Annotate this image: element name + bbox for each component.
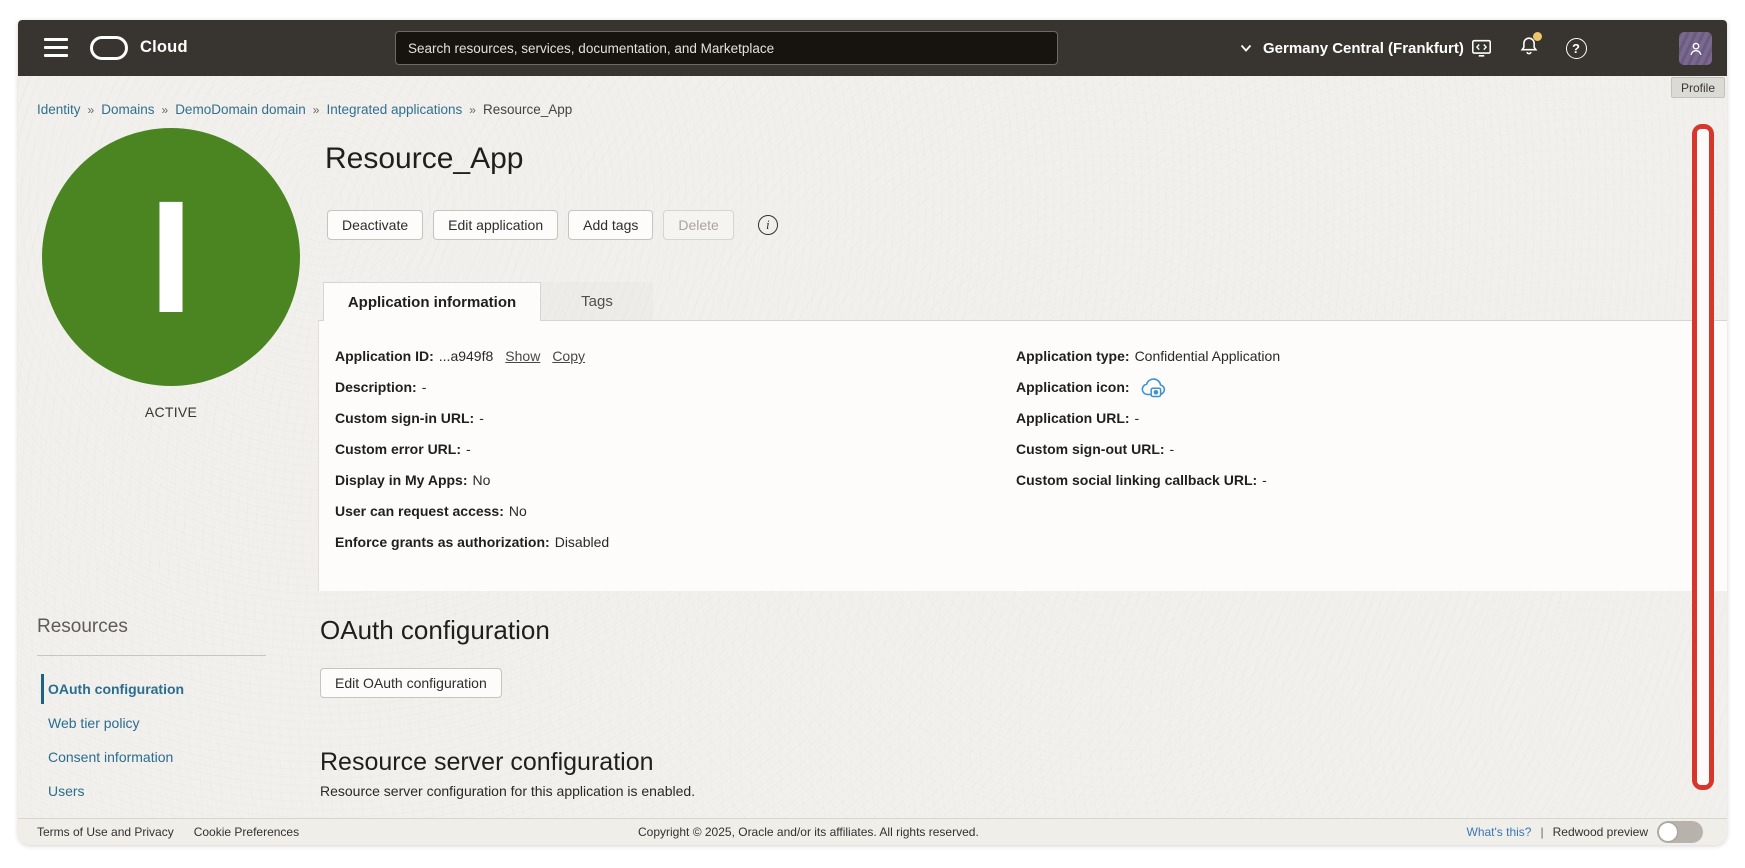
oracle-logo-icon[interactable] <box>90 36 128 60</box>
copy-link[interactable]: Copy <box>552 348 585 364</box>
resources-heading: Resources <box>37 616 128 637</box>
breadcrumb-link-integrated-applications[interactable]: Integrated applications <box>326 102 462 117</box>
sidebar-item-users[interactable]: Users <box>48 780 85 802</box>
top-navigation-bar: Cloud Germany Central (Frankfurt) ? <box>18 20 1727 76</box>
profile-avatar[interactable] <box>1679 32 1712 65</box>
breadcrumb: Identity » Domains » DemoDomain domain »… <box>37 102 572 117</box>
breadcrumb-separator: » <box>161 102 169 117</box>
chevron-down-icon <box>1240 44 1252 52</box>
region-selector[interactable]: Germany Central (Frankfurt) <box>1240 20 1464 76</box>
whats-this-link[interactable]: What's this? <box>1467 825 1532 839</box>
breadcrumb-separator: » <box>87 102 95 117</box>
edit-application-button[interactable]: Edit application <box>433 210 559 240</box>
redwood-preview-label: Redwood preview <box>1552 825 1648 839</box>
page-title: Resource_App <box>325 142 524 175</box>
details-right-column: Application type: Confidential Applicatio… <box>1016 341 1280 496</box>
notification-dot <box>1533 31 1542 41</box>
hamburger-menu-icon[interactable] <box>44 38 68 57</box>
details-left-column: Application ID: ...a949f8 Show Copy Descrip… <box>335 341 609 558</box>
field-application-icon: Application icon: <box>1016 372 1280 403</box>
resource-server-section-title: Resource server configuration <box>320 748 654 776</box>
field-custom-sign-out-url: Custom sign-out URL: - <box>1016 441 1175 457</box>
action-button-row: Deactivate Edit application Add tags Del… <box>327 210 778 240</box>
footer-right-group: What's this? | Redwood preview <box>1467 819 1703 845</box>
application-cloud-icon <box>1142 378 1166 398</box>
add-tags-button[interactable]: Add tags <box>568 210 654 240</box>
application-information-panel: Application ID: ...a949f8 Show Copy Descrip… <box>318 320 1727 591</box>
bell-glyph <box>1518 31 1542 62</box>
field-custom-social-linking-callback-url: Custom social linking callback URL: - <box>1016 472 1267 488</box>
screenshot-canvas: Cloud Germany Central (Frankfurt) ? <box>0 0 1745 868</box>
resources-divider <box>37 655 266 656</box>
page-scrollbar[interactable] <box>1697 129 1709 785</box>
profile-tooltip: Profile <box>1671 77 1726 98</box>
breadcrumb-current: Resource_App <box>482 102 573 117</box>
region-label: Germany Central (Frankfurt) <box>1263 39 1464 57</box>
breadcrumb-link-domains[interactable]: Domains <box>101 102 154 117</box>
info-icon[interactable]: i <box>757 215 778 235</box>
sidebar-item-oauth-configuration[interactable]: OAuth configuration <box>48 678 184 700</box>
footer-divider: | <box>1540 825 1544 839</box>
edit-oauth-configuration-button[interactable]: Edit OAuth configuration <box>320 668 502 698</box>
app-initial-avatar: I <box>42 128 300 386</box>
breadcrumb-link-demodomain[interactable]: DemoDomain domain <box>175 102 306 117</box>
redwood-preview-toggle[interactable] <box>1657 821 1703 843</box>
sidebar-item-consent-information[interactable]: Consent information <box>48 746 173 768</box>
tab-tags[interactable]: Tags <box>541 282 653 321</box>
deactivate-button[interactable]: Deactivate <box>327 210 424 240</box>
oauth-section-title: OAuth configuration <box>320 615 550 645</box>
copyright-text: Copyright © 2025, Oracle and/or its affi… <box>638 825 979 839</box>
breadcrumb-separator: » <box>312 102 320 117</box>
sidebar-item-web-tier-policy[interactable]: Web tier policy <box>48 712 140 734</box>
resource-server-description: Resource server configuration for this a… <box>320 783 696 799</box>
footer-left-links: Terms of Use and Privacy Cookie Preferen… <box>37 819 299 845</box>
field-enforce-grants: Enforce grants as authorization: Disabled <box>335 534 610 550</box>
terms-link[interactable]: Terms of Use and Privacy <box>37 825 174 839</box>
footer-bar: Terms of Use and Privacy Cookie Preferen… <box>18 818 1727 845</box>
brand-label: Cloud <box>140 38 188 56</box>
status-badge: ACTIVE <box>144 404 198 420</box>
question-mark-glyph: ? <box>1565 37 1587 59</box>
field-application-type: Application type: Confidential Applicatio… <box>1016 348 1281 364</box>
field-application-url: Application URL: - <box>1016 410 1140 426</box>
cloud-shell-icon[interactable] <box>1466 20 1496 76</box>
active-item-indicator <box>41 674 44 704</box>
global-search <box>395 31 1058 65</box>
breadcrumb-separator: » <box>469 102 476 117</box>
red-highlight-annotation <box>1692 124 1714 790</box>
cookie-preferences-link[interactable]: Cookie Preferences <box>194 825 299 839</box>
field-description: Description: - <box>335 379 427 395</box>
tab-application-information[interactable]: Application information <box>323 282 541 321</box>
toggle-knob <box>1659 823 1677 841</box>
oci-console-window: Cloud Germany Central (Frankfurt) ? <box>18 20 1727 845</box>
field-application-id: Application ID: ...a949f8 Show Copy <box>335 348 585 364</box>
notifications-bell-icon[interactable] <box>1514 20 1544 76</box>
field-user-can-request-access: User can request access: No <box>335 503 527 519</box>
delete-button[interactable]: Delete <box>663 210 734 240</box>
field-display-in-my-apps: Display in My Apps: No <box>335 472 491 488</box>
field-custom-sign-in-url: Custom sign-in URL: - <box>335 410 484 426</box>
person-icon <box>1689 42 1702 55</box>
search-input[interactable] <box>396 32 1057 64</box>
breadcrumb-link-identity[interactable]: Identity <box>37 102 81 117</box>
field-custom-error-url: Custom error URL: - <box>335 441 471 457</box>
help-icon[interactable]: ? <box>1561 20 1591 76</box>
show-link[interactable]: Show <box>505 348 540 364</box>
